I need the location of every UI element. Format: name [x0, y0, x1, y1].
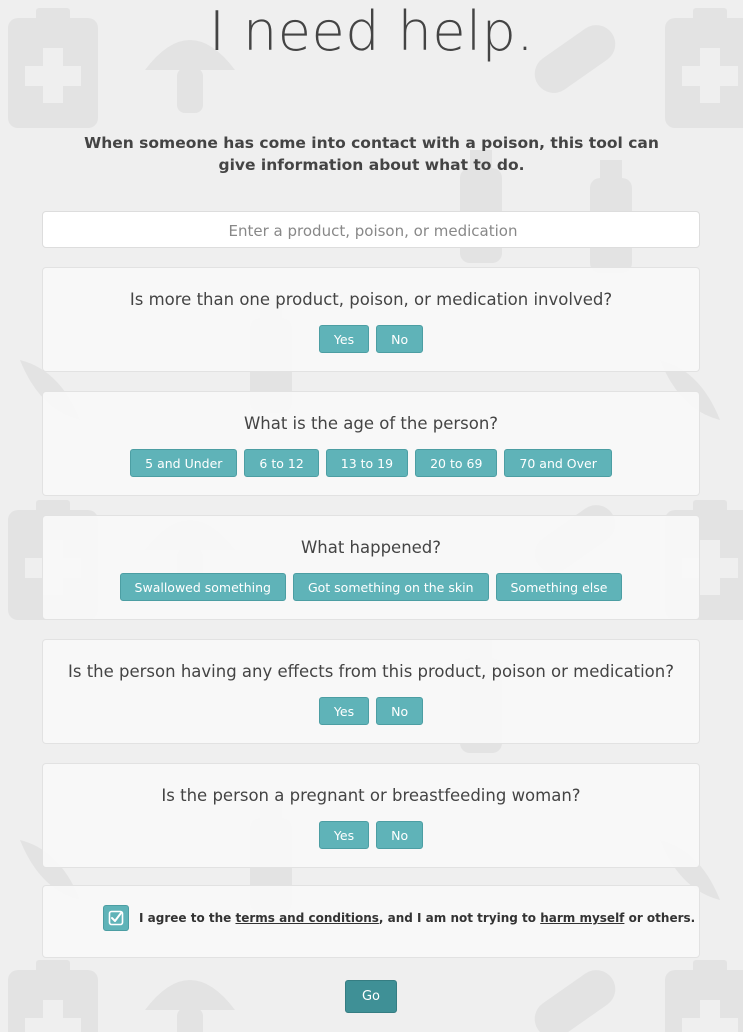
- agreement-suffix: or others.: [624, 911, 696, 925]
- answer-no-button[interactable]: No: [376, 821, 424, 849]
- agreement-card: I agree to the terms and conditions, and…: [42, 885, 700, 958]
- agreement-prefix: I agree to the: [139, 911, 236, 925]
- question-card-pregnant: Is the person a pregnant or breastfeedin…: [42, 763, 700, 868]
- age-13-19-button[interactable]: 13 to 19: [325, 449, 409, 477]
- answer-yes-button[interactable]: Yes: [318, 325, 370, 353]
- agreement-row: I agree to the terms and conditions, and…: [103, 905, 695, 931]
- question-card-age: What is the age of the person? 5 and Und…: [42, 391, 700, 496]
- search-box: [42, 211, 703, 249]
- question-text: What is the age of the person?: [243, 414, 499, 433]
- question-text: Is the person having any effects from th…: [67, 662, 674, 681]
- swallowed-button[interactable]: Swallowed something: [119, 573, 286, 601]
- answer-options: Yes No: [43, 697, 699, 725]
- search-input[interactable]: [43, 212, 703, 249]
- page-title: I need help.: [208, 0, 535, 63]
- answer-yes-button[interactable]: Yes: [318, 697, 370, 725]
- agree-checkbox[interactable]: [103, 905, 129, 931]
- age-5-under-button[interactable]: 5 and Under: [130, 449, 238, 477]
- question-text: Is more than one product, poison, or med…: [129, 290, 613, 309]
- checkmark-icon: [108, 910, 124, 926]
- skin-contact-button[interactable]: Got something on the skin: [292, 573, 489, 601]
- terms-link[interactable]: terms and conditions: [235, 911, 378, 925]
- agreement-text: I agree to the terms and conditions, and…: [139, 911, 695, 925]
- age-6-12-button[interactable]: 6 to 12: [244, 449, 319, 477]
- something-else-button[interactable]: Something else: [495, 573, 623, 601]
- question-text: What happened?: [300, 538, 442, 557]
- question-card-what-happened: What happened? Swallowed something Got s…: [42, 515, 700, 620]
- answer-no-button[interactable]: No: [376, 697, 424, 725]
- harm-myself-link[interactable]: harm myself: [540, 911, 624, 925]
- answer-options: Yes No: [43, 821, 699, 849]
- question-card-effects: Is the person having any effects from th…: [42, 639, 700, 744]
- question-card-multiple-products: Is more than one product, poison, or med…: [42, 267, 700, 372]
- intro-text: When someone has come into contact with …: [84, 134, 659, 174]
- agreement-middle: , and I am not trying to: [378, 911, 541, 925]
- question-text: Is the person a pregnant or breastfeedin…: [161, 786, 581, 805]
- answer-options: Yes No: [43, 325, 699, 353]
- age-70-over-button[interactable]: 70 and Over: [504, 449, 612, 477]
- answer-no-button[interactable]: No: [376, 325, 424, 353]
- answer-options: Swallowed something Got something on the…: [43, 573, 699, 601]
- go-button[interactable]: Go: [345, 980, 397, 1013]
- age-20-69-button[interactable]: 20 to 69: [415, 449, 498, 477]
- answer-options: 5 and Under 6 to 12 13 to 19 20 to 69 70…: [43, 449, 699, 477]
- answer-yes-button[interactable]: Yes: [318, 821, 370, 849]
